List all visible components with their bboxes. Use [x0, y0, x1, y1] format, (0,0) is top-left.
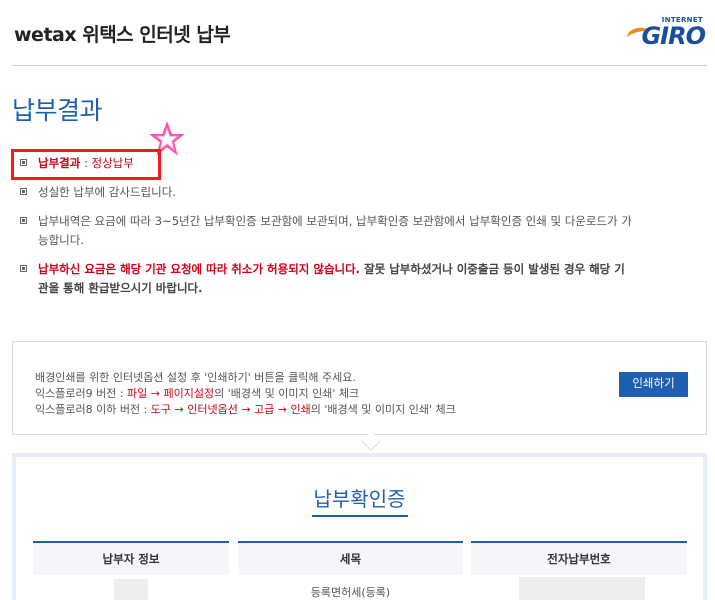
logo-giro-text: GIRO [641, 22, 706, 50]
print-button[interactable]: 인쇄하기 [619, 372, 688, 397]
refund-warning-continued: 관을 통해 환급받으시기 바랍니다. [18, 279, 203, 297]
ie9-prefix: 익스플로러9 버전 : [35, 387, 128, 400]
print-instruction-line1: 배경인쇄를 위한 인터넷옵션 설정 후 '인쇄하기' 버튼을 클릭해 주세요. [35, 371, 356, 384]
print-instruction-ie8: 익스플로러8 이하 버전 : 도구 → 인터넷옵션 → 고급 → 인쇄의 '배경… [35, 401, 456, 417]
print-instruction-ie9: 익스플로러9 버전 : 파일 → 페이지설정의 '배경색 및 이미지 인쇄' 체… [35, 385, 359, 401]
payment-number-redacted [519, 577, 645, 600]
result-separator: : [80, 156, 92, 170]
ie8-prefix: 익스플로러8 이하 버전 : [35, 403, 151, 416]
result-label: 납부결과 [38, 156, 81, 170]
tax-item-value: 등록면허세(등록) [310, 586, 391, 599]
warning-text-cont: 관을 통해 환급받으시기 바랍니다. [38, 281, 203, 295]
result-status-item: 납부결과 : 정상납부 [18, 154, 134, 172]
warning-emphasis: 납부하신 요금은 해당 기관 요청에 따라 취소가 허용되지 않습니다. [38, 262, 361, 276]
storage-info-item: 납부내역은 요금에 따라 3~5년간 납부확인증 보관함에 보관되며, 납부확인… [18, 212, 632, 230]
warning-text: 잘못 납부하셨거나 이중출금 등이 발생된 경우 해당 기 [360, 262, 625, 276]
bullet-icon [20, 188, 27, 195]
ie9-path: 파일 → 페이지설정 [127, 387, 215, 400]
storage-info-continued: 능합니다. [18, 231, 84, 249]
print-instructions-box: 배경인쇄를 위한 인터넷옵션 설정 후 '인쇄하기' 버튼을 클릭해 주세요. … [12, 341, 707, 435]
thanks-item: 성실한 납부에 감사드립니다. [18, 183, 176, 201]
payment-certificate: 납부확인증 납부자 정보 세목 전자납부번호 등록면허세(등록) [12, 453, 707, 600]
bullet-icon [20, 159, 27, 166]
payer-info-redacted [114, 579, 148, 600]
refund-warning-item: 납부하신 요금은 해당 기관 요청에 따라 취소가 허용되지 않습니다. 잘못 … [18, 260, 625, 278]
ie8-suffix: 의 '배경색 및 이미지 인쇄' 체크 [310, 403, 456, 416]
giro-logo: INTERNET GIRO [625, 16, 707, 50]
ie8-path: 도구 → 인터넷옵션 → 고급 → 인쇄 [150, 403, 311, 416]
column-header-payment-number: 전자납부번호 [471, 541, 687, 575]
certificate-title: 납부확인증 [16, 483, 703, 517]
bullet-icon [20, 217, 27, 224]
thanks-text: 성실한 납부에 감사드립니다. [38, 185, 176, 199]
column-header-payer: 납부자 정보 [33, 541, 229, 575]
page-title: 납부결과 [12, 96, 103, 125]
storage-info-text-cont: 능합니다. [38, 233, 84, 247]
ie9-suffix: 의 '배경색 및 이미지 인쇄' 체크 [214, 387, 360, 400]
page-header: wetax 위택스 인터넷 납부 INTERNET GIRO [12, 0, 707, 66]
column-header-tax-item: 세목 [238, 541, 463, 575]
result-value: 정상납부 [91, 156, 134, 170]
bullet-icon [20, 265, 27, 272]
app-title: wetax 위택스 인터넷 납부 [14, 24, 231, 46]
storage-info-text: 납부내역은 요금에 따라 3~5년간 납부확인증 보관함에 보관되며, 납부확인… [38, 214, 632, 228]
